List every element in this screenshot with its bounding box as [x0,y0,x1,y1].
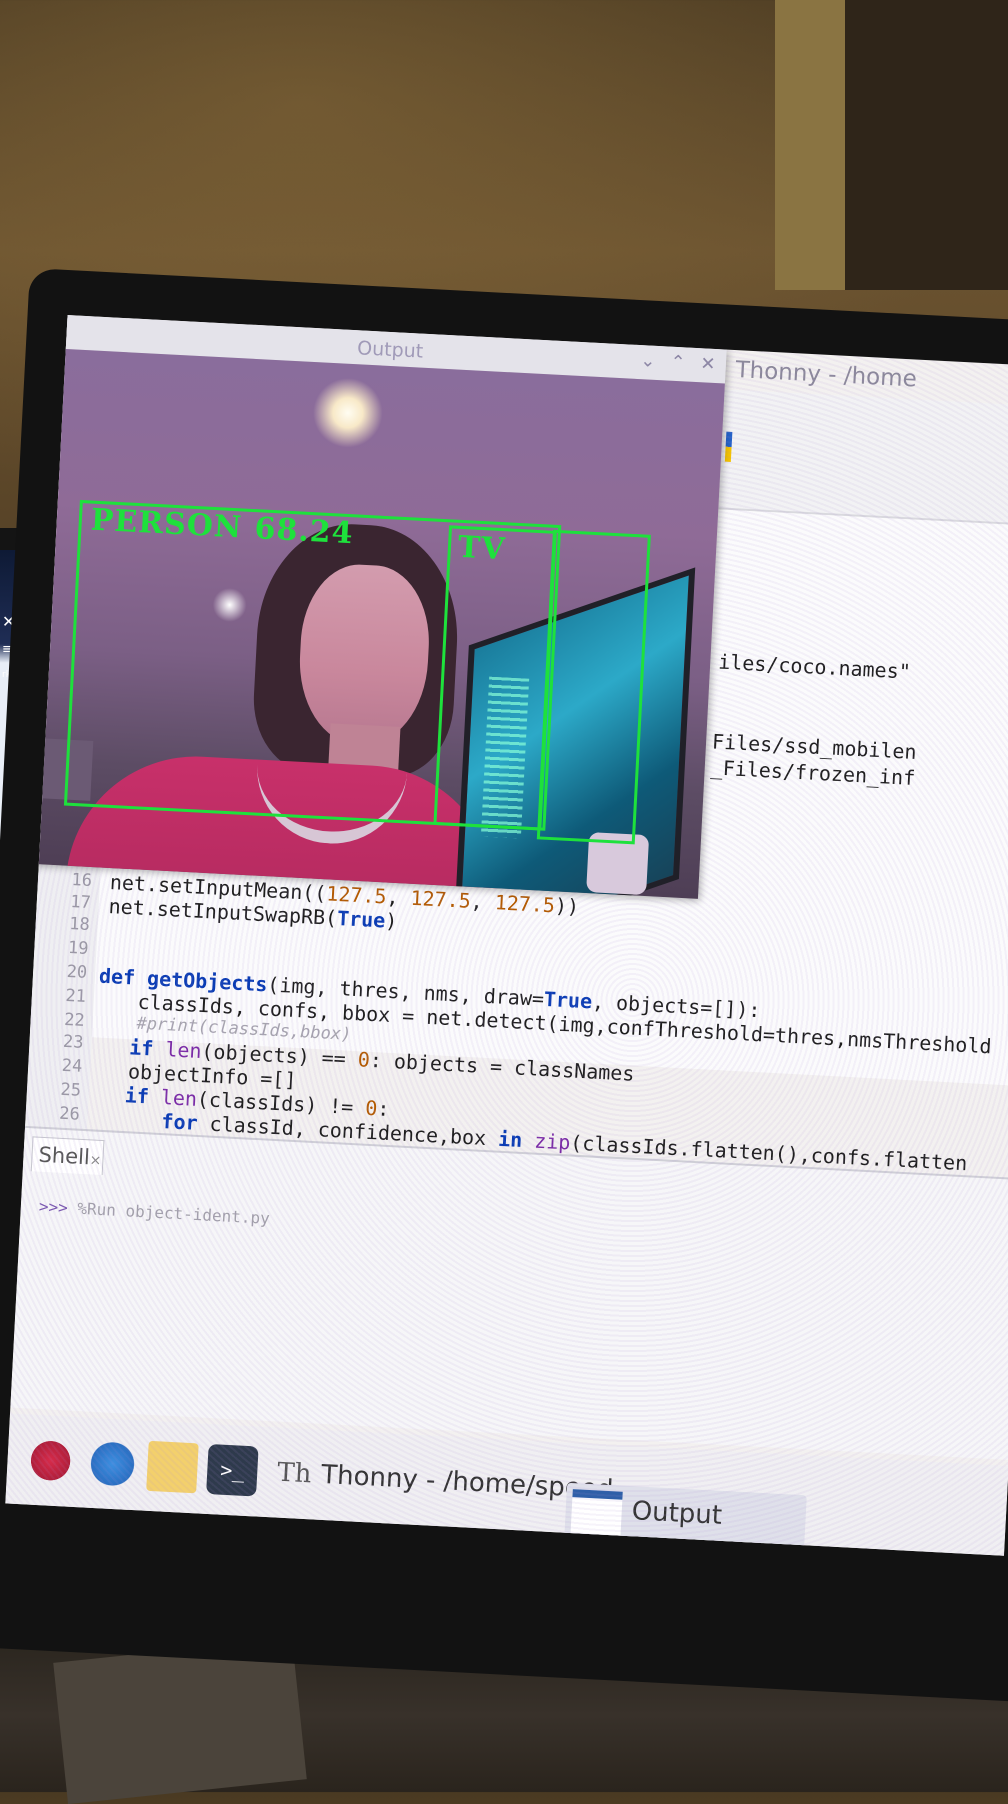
maximize-icon[interactable]: ⌃ [667,352,688,374]
window-icon [570,1489,623,1536]
tv-detection-box [433,525,557,831]
screen: Thonny - /home iles/coco.names" Files/ss… [5,315,1008,1556]
paper [53,1637,307,1804]
camera-feed: PERSON 68.24 TV [26,348,725,899]
line-number: 19 [67,937,89,959]
line-number-gutter: 16 17 18 19 20 21 22 23 24 25 26 [23,864,101,1168]
close-icon[interactable]: × [89,1152,102,1169]
close-icon[interactable]: ✕ [697,353,718,375]
tab-shell[interactable]: Shell× [30,1136,105,1176]
tv-detection-label: TV [457,529,507,568]
output-window[interactable]: Output ⌄ ⌃ ✕ PERSON 68.24 TV [26,315,727,899]
shell-command: %Run object-ident.py [76,1198,271,1228]
minimize-icon[interactable]: ⌄ [637,350,658,372]
line-number: 22 [63,1009,86,1031]
code-partial-line: iles/coco.names" [717,649,912,684]
line-number: 16 [71,870,93,892]
line-number: 21 [64,985,87,1007]
line-number: 18 [68,913,91,936]
thonny-toolbar [718,389,1008,531]
browser-icon[interactable] [86,1437,139,1491]
terminal-icon[interactable]: >_ [206,1443,259,1497]
line-number: 26 [58,1103,81,1125]
shell-panel[interactable]: Shell× >>> %Run object-ident.py [10,1125,1008,1460]
tv-detection-box [536,529,651,845]
doorway [845,0,1008,290]
line-number: 17 [69,891,92,914]
taskbar-output[interactable]: Output [564,1482,807,1552]
shell-tab-label: Shell [37,1142,91,1170]
line-number: 24 [61,1055,83,1077]
line-number: 23 [62,1031,85,1053]
line-number: 25 [60,1079,82,1101]
shell-input-line[interactable]: >>> %Run object-ident.py [38,1197,270,1228]
folder-icon[interactable] [146,1440,199,1494]
ceiling-lamp [311,376,385,450]
person-detection-score: 68.24 [253,511,355,552]
door-frame [775,0,845,290]
shell-prompt: >>> [38,1196,69,1218]
taskbar-output-label: Output [630,1496,723,1531]
window-controls: ⌄ ⌃ ✕ [637,350,718,375]
monitor: Thonny - /home iles/coco.names" Files/ss… [0,268,1008,1704]
line-number: 20 [66,961,88,983]
thonny-icon: Th [276,1457,313,1490]
raspberry-menu-icon[interactable] [24,1434,77,1487]
